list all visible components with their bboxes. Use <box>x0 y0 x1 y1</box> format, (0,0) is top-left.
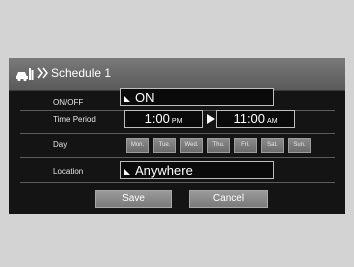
navigation-screen: Schedule 1 ON/OFF ON Time Period 1:00 PM … <box>9 58 345 214</box>
cancel-button[interactable]: Cancel <box>189 190 268 208</box>
end-time-value: 11:00 <box>233 111 266 126</box>
title-bar: Schedule 1 <box>9 58 345 91</box>
breadcrumb-chevron-icon <box>37 67 49 79</box>
day-button-tue[interactable]: Tue. <box>153 138 176 153</box>
save-button[interactable]: Save <box>95 190 172 208</box>
page-title: Schedule 1 <box>51 66 112 80</box>
onoff-label: ON/OFF <box>53 98 84 107</box>
end-time-ampm: AM <box>267 118 278 125</box>
day-button-sun[interactable]: Sun. <box>288 138 311 153</box>
divider <box>20 182 335 183</box>
car-schedule-icon <box>16 68 34 82</box>
start-time-value: 1:00 <box>144 111 170 126</box>
day-button-fri[interactable]: Fri. <box>234 138 257 153</box>
day-button-mon[interactable]: Mon. <box>126 138 149 153</box>
arrow-right-icon <box>207 114 215 124</box>
start-time-field[interactable]: 1:00 PM <box>124 110 203 128</box>
divider <box>20 133 335 134</box>
field-corner-icon <box>124 169 130 175</box>
day-label: Day <box>53 140 68 149</box>
field-corner-icon <box>124 96 130 102</box>
day-button-wed[interactable]: Wed. <box>180 138 203 153</box>
end-time-field[interactable]: 11:00 AM <box>216 110 295 128</box>
onoff-value: ON <box>135 90 155 105</box>
onoff-field[interactable]: ON <box>120 88 274 106</box>
time-period-label: Time Period <box>53 115 96 124</box>
day-button-thu[interactable]: Thu. <box>207 138 230 153</box>
location-value: Anywhere <box>135 163 193 178</box>
location-field[interactable]: Anywhere <box>120 161 274 179</box>
day-button-sat[interactable]: Sat. <box>261 138 284 153</box>
divider <box>20 157 335 158</box>
location-label: Location <box>53 167 84 176</box>
start-time-ampm: PM <box>171 118 183 125</box>
